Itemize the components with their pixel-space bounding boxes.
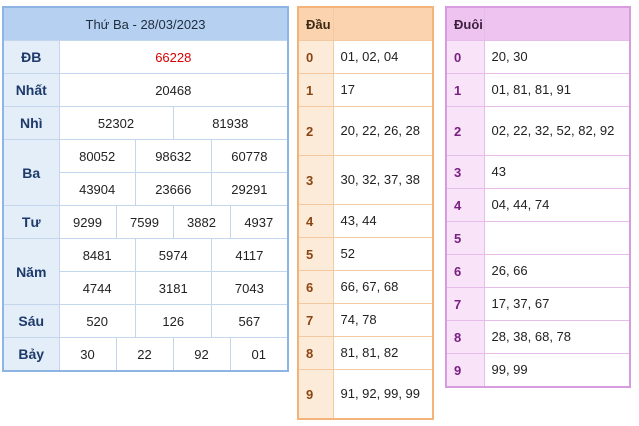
dau-key: 8 <box>297 336 334 370</box>
duoi-value: 04, 44, 74 <box>483 188 631 222</box>
prize-nam-value: 4117 <box>235 247 264 263</box>
prize-nam-value: 7043 <box>234 280 264 296</box>
duoi-key: 4 <box>445 188 485 222</box>
dau-key: 4 <box>297 204 334 238</box>
prize-label-tu: Tư <box>2 205 60 239</box>
prize-label-bay: Bảy <box>2 337 60 372</box>
prize-sau-value: 567 <box>238 313 261 329</box>
duoi-value: 17, 37, 67 <box>483 287 631 321</box>
prize-nam-value: 3181 <box>135 272 212 304</box>
duoi-key: 8 <box>445 320 485 354</box>
duoi-key: 7 <box>445 287 485 321</box>
duoi-value: 43 <box>483 155 631 189</box>
duoi-key: 0 <box>445 40 485 74</box>
dau-value: 81, 81, 82 <box>332 336 434 370</box>
dau-key: 9 <box>297 369 334 420</box>
prize-ba-value: 43904 <box>59 173 136 205</box>
lottery-results-table: Thứ Ba - 28/03/2023 ĐB 66228 Nhất 20468 … <box>2 6 290 372</box>
prize-sau-value: 126 <box>135 305 212 337</box>
prize-nhat-value: 20468 <box>58 73 289 107</box>
prize-bay-value: 30 <box>58 337 117 372</box>
prize-nhi-value: 81938 <box>172 106 289 140</box>
prize-ba-value: 98632 <box>135 140 212 172</box>
dau-value: 30, 32, 37, 38 <box>332 155 434 205</box>
prize-bay-value: 22 <box>115 337 174 372</box>
duoi-key: 3 <box>445 155 485 189</box>
duoi-table: Đuôi 0 20, 30 1 01, 81, 81, 91 2 02, 22, 32… <box>445 6 631 388</box>
prize-ba-value: 60778 <box>231 148 268 164</box>
duoi-key: 9 <box>445 353 485 388</box>
dau-key: 0 <box>297 40 334 74</box>
dau-value: 66, 67, 68 <box>332 270 434 304</box>
prize-ba-value: 23666 <box>135 173 212 205</box>
duoi-value: 01, 81, 81, 91 <box>483 73 631 107</box>
prize-label-sau: Sáu <box>2 304 60 338</box>
prize-tu-value: 7599 <box>115 205 174 239</box>
prize-tu-value: 3882 <box>172 205 231 239</box>
dau-value: 91, 92, 99, 99 <box>332 369 434 420</box>
duoi-key: 5 <box>445 221 485 255</box>
prize-ba-value: 29291 <box>231 181 268 197</box>
prize-label-ba: Ba <box>2 139 60 206</box>
dau-key: 6 <box>297 270 334 304</box>
dau-value: 52 <box>332 237 434 271</box>
duoi-key: 6 <box>445 254 485 288</box>
prize-label-db: ĐB <box>2 40 60 74</box>
dau-key: 3 <box>297 155 334 205</box>
prize-bay-value: 92 <box>172 337 231 372</box>
prize-ba-value: 80052 <box>59 140 136 172</box>
prize-nam-value: 5974 <box>135 239 212 271</box>
duoi-value: 20, 30 <box>483 40 631 74</box>
dau-value: 17 <box>332 73 434 107</box>
duoi-value: 99, 99 <box>483 353 631 388</box>
duoi-key: 1 <box>445 73 485 107</box>
prize-label-nhat: Nhất <box>2 73 60 107</box>
prize-label-nam: Năm <box>2 238 60 305</box>
prize-nam-value: 4744 <box>59 272 136 304</box>
duoi-value: 02, 22, 32, 52, 82, 92 <box>483 106 631 156</box>
prize-tu-value: 4937 <box>229 205 289 239</box>
dau-table: Đầu 0 01, 02, 04 1 17 2 20, 22, 26, 28 3 30,… <box>297 6 434 420</box>
dau-key: 7 <box>297 303 334 337</box>
duoi-header: Đuôi <box>445 6 485 41</box>
prize-label-nhi: Nhì <box>2 106 60 140</box>
prize-bay-value: 01 <box>229 337 289 372</box>
duoi-value <box>483 221 631 255</box>
dau-key: 1 <box>297 73 334 107</box>
duoi-value: 28, 38, 68, 78 <box>483 320 631 354</box>
dau-value: 74, 78 <box>332 303 434 337</box>
prize-sau-value: 520 <box>59 305 136 337</box>
dau-key: 2 <box>297 106 334 156</box>
dau-value: 01, 02, 04 <box>332 40 434 74</box>
duoi-key: 2 <box>445 106 485 156</box>
prize-tu-value: 9299 <box>58 205 117 239</box>
duoi-value: 26, 66 <box>483 254 631 288</box>
prize-nam-value: 8481 <box>59 239 136 271</box>
prize-db-value: 66228 <box>58 40 289 74</box>
duoi-header-blank <box>483 6 631 41</box>
results-title: Thứ Ba - 28/03/2023 <box>2 6 289 41</box>
dau-value: 20, 22, 26, 28 <box>332 106 434 156</box>
dau-header: Đầu <box>297 6 334 41</box>
dau-header-blank <box>332 6 434 41</box>
dau-key: 5 <box>297 237 334 271</box>
dau-value: 43, 44 <box>332 204 434 238</box>
prize-nhi-value: 52302 <box>58 106 174 140</box>
